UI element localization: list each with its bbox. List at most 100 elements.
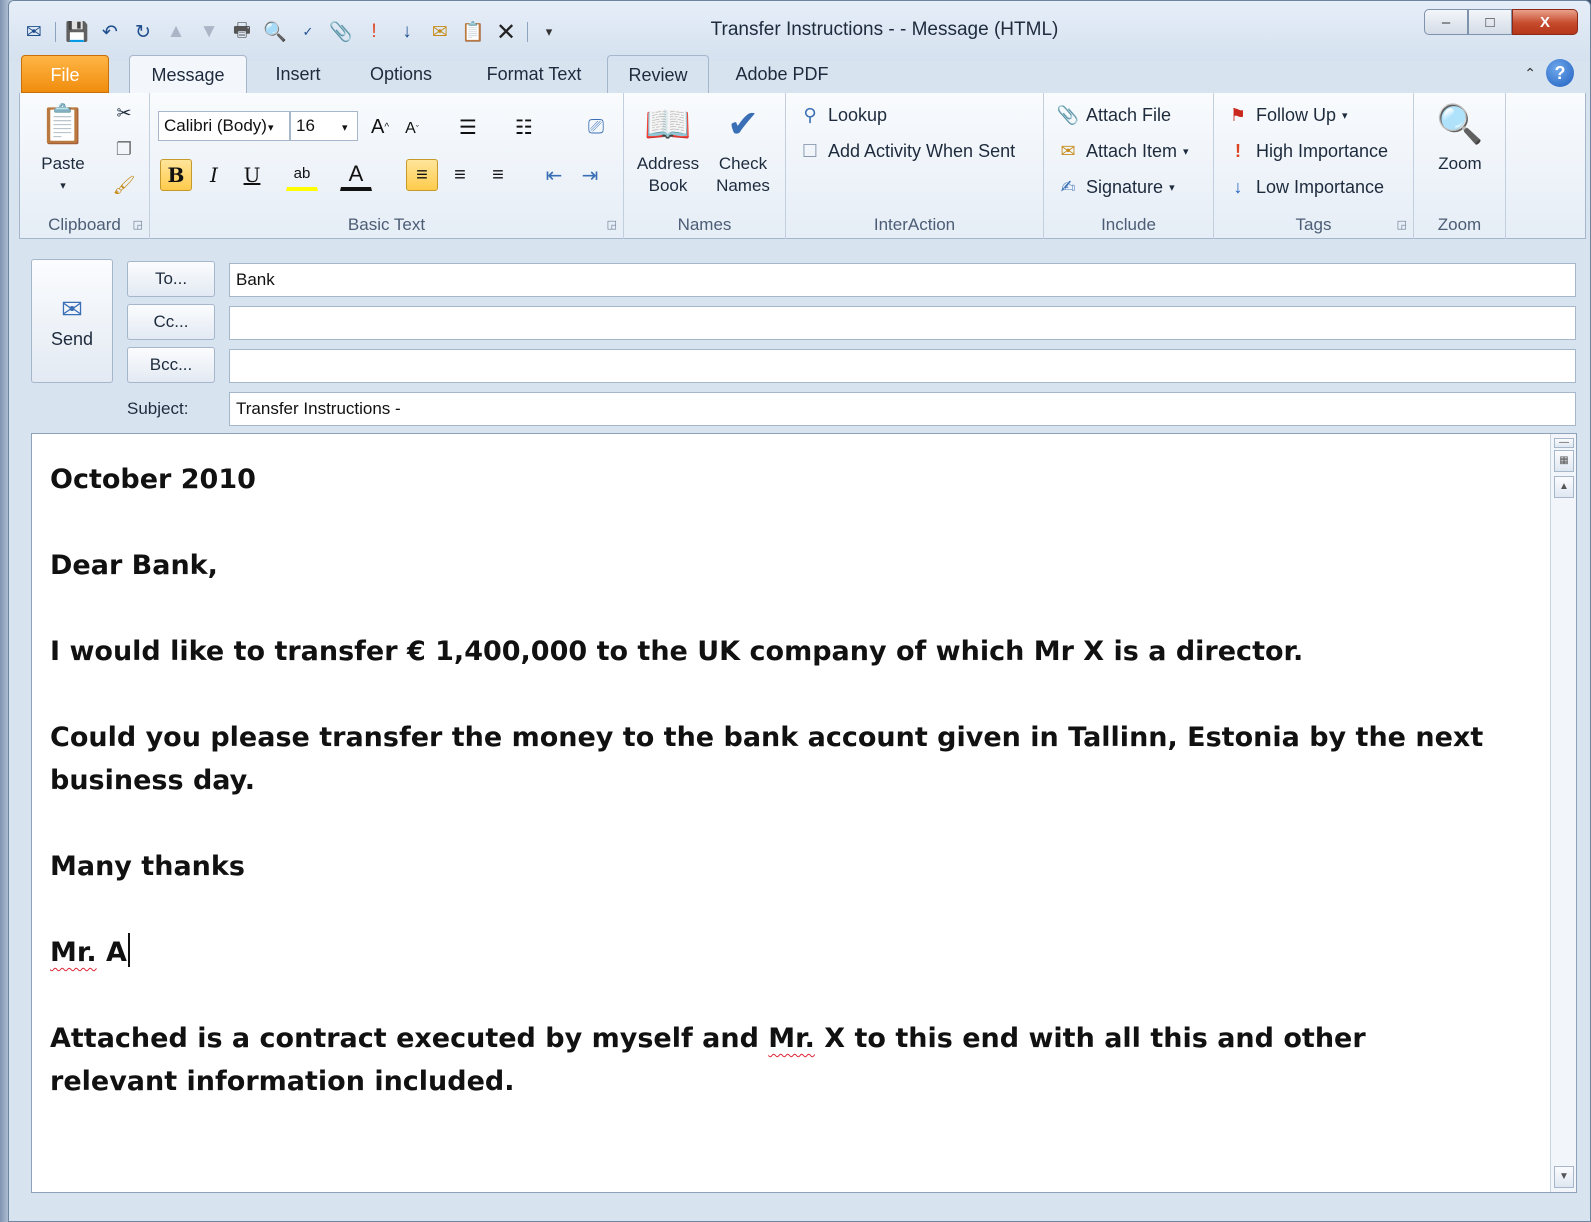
- font-name-select[interactable]: Calibri (Body)▾: [158, 111, 290, 141]
- underline-icon[interactable]: U: [236, 159, 268, 191]
- attach-item-button[interactable]: ✉ Attach Item ▾: [1056, 141, 1188, 162]
- chevron-down-icon: ▾: [268, 122, 274, 134]
- bcc-button[interactable]: Bcc...: [127, 347, 215, 383]
- checkbox-icon: ☐: [801, 141, 819, 161]
- group-label: Zoom: [1437, 215, 1482, 234]
- follow-up-label: Follow Up: [1256, 105, 1337, 125]
- highlight-icon[interactable]: ab: [286, 159, 318, 191]
- minimize-button[interactable]: –: [1424, 9, 1468, 35]
- misspelled-word[interactable]: Mr.: [50, 937, 97, 968]
- signature-label: Signature: [1086, 177, 1164, 197]
- group-label: Basic Text: [347, 215, 426, 234]
- tab-format-text[interactable]: Format Text: [473, 55, 595, 93]
- add-activity-checkbox[interactable]: ☐ Add Activity When Sent: [798, 141, 1015, 162]
- paragraph: Attached is a contract executed by mysel…: [50, 1017, 1490, 1103]
- send-button[interactable]: ✉ Send: [31, 259, 113, 383]
- dialog-launcher-icon[interactable]: ◲: [133, 218, 143, 231]
- high-importance-label: High Importance: [1256, 141, 1389, 161]
- attach-file-label: Attach File: [1086, 105, 1172, 125]
- font-size-value: 16: [296, 116, 315, 135]
- check-names-label: Names: [716, 176, 770, 195]
- send-label: Send: [50, 329, 94, 349]
- closing-line: Many thanks: [50, 851, 245, 882]
- paragraph: I would like to transfer € 1,400,000 to …: [50, 636, 1304, 667]
- paste-button[interactable]: 📋 Paste ▾: [28, 101, 98, 197]
- tab-adobe-pdf[interactable]: Adobe PDF: [723, 55, 841, 93]
- bullets-icon[interactable]: ☰: [452, 111, 484, 143]
- increase-indent-icon[interactable]: ⇥: [574, 159, 606, 191]
- tab-options[interactable]: Options: [355, 55, 447, 93]
- exclamation-icon: !: [1235, 141, 1241, 161]
- group-label: InterAction: [873, 215, 956, 234]
- align-right-icon[interactable]: ≡: [482, 159, 514, 191]
- help-icon[interactable]: ?: [1546, 59, 1574, 87]
- message-text[interactable]: October 2010 Dear Bank, I would like to …: [50, 458, 1490, 1146]
- maximize-button[interactable]: □: [1468, 9, 1512, 35]
- tab-insert[interactable]: Insert: [259, 55, 337, 93]
- align-center-icon[interactable]: ≡: [444, 159, 476, 191]
- decrease-indent-icon[interactable]: ⇤: [538, 159, 570, 191]
- scroll-down-icon[interactable]: ▼: [1554, 1166, 1574, 1188]
- format-painter-icon[interactable]: 🖌: [112, 175, 136, 196]
- paragraph-text: Attached is a contract executed by mysel…: [50, 1023, 769, 1054]
- dialog-launcher-icon[interactable]: ◲: [1397, 218, 1407, 231]
- signature-line: Mr. A: [50, 931, 1490, 974]
- address-book-button[interactable]: 📖 Address Book: [632, 101, 704, 197]
- to-field[interactable]: Bank: [229, 263, 1576, 297]
- split-handle[interactable]: —: [1554, 438, 1574, 448]
- signature-button[interactable]: ✍ Signature ▾: [1056, 177, 1174, 198]
- align-left-icon[interactable]: ≡: [406, 159, 438, 191]
- shrink-font-icon[interactable]: Aˇ: [396, 113, 428, 145]
- subject-label: Subject:: [127, 399, 189, 418]
- paperclip-icon: 📎: [1056, 105, 1080, 125]
- low-importance-button[interactable]: ↓ Low Importance: [1226, 177, 1385, 198]
- to-button[interactable]: To...: [127, 261, 215, 297]
- send-icon: ✉: [61, 294, 83, 324]
- attach-file-button[interactable]: 📎 Attach File: [1056, 105, 1171, 126]
- numbering-icon[interactable]: ☷: [508, 111, 540, 143]
- zoom-label: Zoom: [1438, 154, 1482, 173]
- grow-font-icon[interactable]: A ^: [364, 111, 396, 143]
- copy-icon[interactable]: ❐: [112, 139, 136, 160]
- check-names-icon: ✔: [727, 104, 759, 146]
- tab-message[interactable]: Message: [129, 55, 247, 95]
- cc-field[interactable]: [229, 306, 1576, 340]
- subject-field[interactable]: Transfer Instructions -: [229, 392, 1576, 426]
- follow-up-button[interactable]: ⚑ Follow Up ▾: [1226, 105, 1348, 126]
- bcc-field[interactable]: [229, 349, 1576, 383]
- address-book-icon: 📖: [644, 104, 692, 146]
- misspelled-word[interactable]: Mr.: [768, 1023, 815, 1054]
- chevron-down-icon: ▾: [342, 122, 348, 134]
- title-bar: ✉ 💾 ↶ ↻ ▲ ▼ 🖶 🔍 ✓ 📎 ! ↓ ✉ 📋 ✕ ▾ Transfer…: [9, 1, 1590, 61]
- address-book-label: Book: [648, 176, 688, 195]
- window-title: Transfer Instructions - - Message (HTML): [710, 19, 1059, 40]
- message-body[interactable]: October 2010 Dear Bank, I would like to …: [31, 433, 1577, 1193]
- close-button[interactable]: X: [1512, 9, 1578, 35]
- tab-review[interactable]: Review: [607, 55, 709, 93]
- ribbon-tabs: File Message Insert Options Format Text …: [19, 55, 1590, 95]
- font-color-icon[interactable]: A: [340, 159, 372, 191]
- address-book-label: Address: [636, 154, 700, 173]
- low-importance-label: Low Importance: [1256, 177, 1385, 197]
- group-zoom: 🔍 Zoom Zoom: [1414, 93, 1506, 239]
- bold-icon[interactable]: B: [160, 159, 192, 191]
- lookup-button[interactable]: ⚲ Lookup: [798, 105, 887, 126]
- cut-icon[interactable]: ✂: [112, 103, 136, 124]
- signature-name: A: [96, 937, 127, 968]
- zoom-button[interactable]: 🔍 Zoom: [1424, 101, 1496, 175]
- minimize-ribbon-icon[interactable]: ⌃: [1524, 65, 1536, 82]
- group-label: Clipboard: [48, 215, 121, 234]
- tab-file[interactable]: File: [21, 55, 109, 93]
- group-label: Names: [677, 215, 732, 234]
- ruler-toggle-icon[interactable]: ▦: [1554, 450, 1574, 472]
- scroll-up-icon[interactable]: ▲: [1554, 476, 1574, 498]
- dialog-launcher-icon[interactable]: ◲: [607, 218, 617, 231]
- vertical-scrollbar[interactable]: — ▦ ▲ ▼: [1550, 434, 1576, 1192]
- check-names-button[interactable]: ✔ Check Names: [708, 101, 778, 197]
- clear-formatting-icon[interactable]: ⎚: [580, 111, 612, 143]
- group-basic-text: Calibri (Body)▾ 16 ▾ A ^ Aˇ ☰ ☷ ⎚ B I U ab…: [150, 93, 624, 239]
- italic-icon[interactable]: I: [198, 159, 230, 191]
- font-size-select[interactable]: 16 ▾: [290, 111, 358, 141]
- high-importance-button[interactable]: ! High Importance: [1226, 141, 1388, 162]
- cc-button[interactable]: Cc...: [127, 304, 215, 340]
